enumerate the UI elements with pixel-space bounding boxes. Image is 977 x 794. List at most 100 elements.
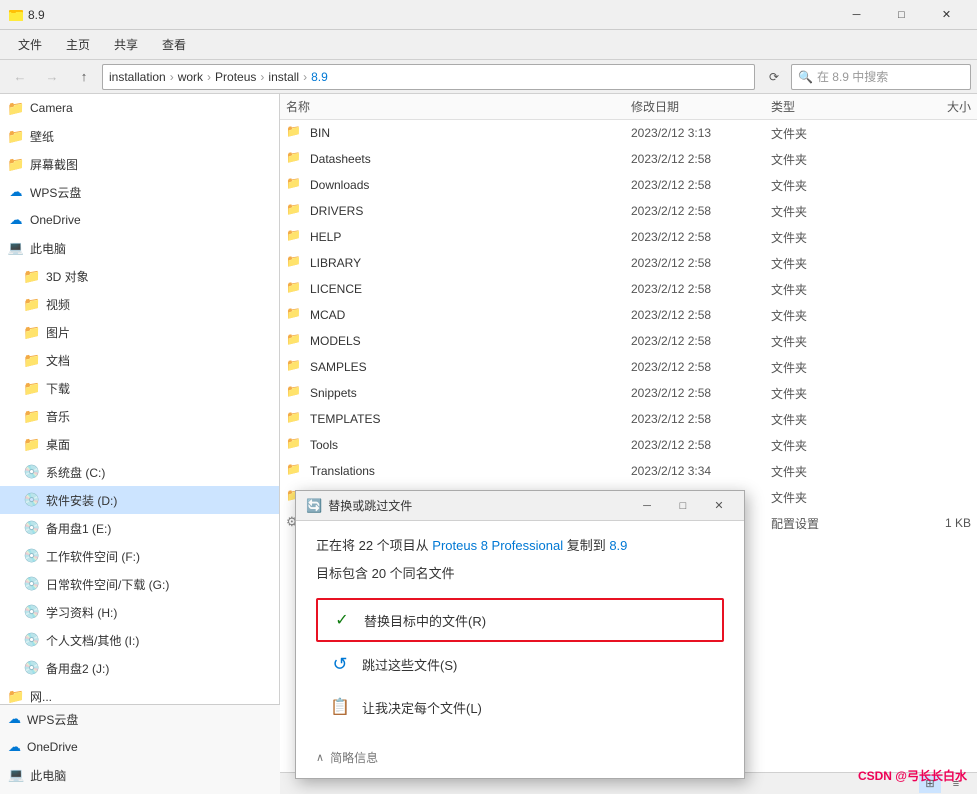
file-date: 2023/2/12 2:58 [631, 438, 771, 452]
sidebar-label: Camera [30, 101, 73, 115]
sidebar-item-drive-g[interactable]: 💿 日常软件空间/下载 (G:) [0, 570, 279, 598]
folder-icon: 📁 [286, 280, 304, 298]
title-bar-icons: 8.9 [8, 7, 45, 23]
sidebar-label: 音乐 [46, 408, 70, 425]
table-row[interactable]: 📁Tools2023/2/12 2:58文件夹 [280, 432, 977, 458]
sidebar-item-pictures[interactable]: 📁 图片 [0, 318, 279, 346]
dialog-option-replace[interactable]: ✓ 替换目标中的文件(R) [316, 598, 724, 642]
app-icon [8, 7, 24, 23]
table-row[interactable]: 📁HELP2023/2/12 2:58文件夹 [280, 224, 977, 250]
sidebar-item-downloads[interactable]: 📁 下载 [0, 374, 279, 402]
menu-view[interactable]: 查看 [152, 32, 196, 57]
sidebar-item-drive-i[interactable]: 💿 个人文档/其他 (I:) [0, 626, 279, 654]
menu-share[interactable]: 共享 [104, 32, 148, 57]
sidebar-label: 屏幕截图 [30, 156, 78, 173]
sidebar-item-documents[interactable]: 📁 文档 [0, 346, 279, 374]
file-list-header: 名称 修改日期 类型 大小 [280, 94, 977, 120]
table-row[interactable]: 📁MODELS2023/2/12 2:58文件夹 [280, 328, 977, 354]
back-button[interactable]: ← [6, 63, 34, 91]
sidebar-item-thispc[interactable]: 💻 此电脑 [0, 234, 279, 262]
file-type: 文件夹 [771, 255, 891, 272]
sidebar-item-drive-d[interactable]: 💿 软件安装 (D:) [0, 486, 279, 514]
file-type: 文件夹 [771, 203, 891, 220]
dialog-message2: 目标包含 20 个同名文件 [316, 563, 724, 582]
file-name: Snippets [310, 386, 631, 400]
col-header-type[interactable]: 类型 [771, 98, 891, 115]
table-row[interactable]: 📁MCAD2023/2/12 2:58文件夹 [280, 302, 977, 328]
sidebar-item-music[interactable]: 📁 音乐 [0, 402, 279, 430]
crumb-5: 8.9 [311, 70, 328, 84]
table-row[interactable]: 📁SAMPLES2023/2/12 2:58文件夹 [280, 354, 977, 380]
sidebar-item-camera[interactable]: 📁 Camera [0, 94, 279, 122]
chevron-down-icon: ∧ [316, 751, 324, 764]
col-header-name[interactable]: 名称 [286, 98, 631, 115]
file-date: 2023/2/12 2:58 [631, 308, 771, 322]
folder-icon: 📁 [24, 408, 40, 424]
folder-icon: 📁 [286, 436, 304, 454]
col-header-date[interactable]: 修改日期 [631, 98, 771, 115]
file-date: 2023/2/12 2:58 [631, 152, 771, 166]
search-placeholder: 在 8.9 中搜索 [817, 68, 888, 85]
minimize-button[interactable]: ─ [834, 0, 879, 30]
col-header-size[interactable]: 大小 [891, 98, 971, 115]
sidebar-item-desktop[interactable]: 📁 桌面 [0, 430, 279, 458]
file-name: DRIVERS [310, 204, 631, 218]
table-row[interactable]: 📁LICENCE2023/2/12 2:58文件夹 [280, 276, 977, 302]
search-box[interactable]: 🔍 在 8.9 中搜索 [791, 64, 971, 90]
sidebar-label: 日常软件空间/下载 (G:) [46, 576, 169, 593]
sidebar-label: 系统盘 (C:) [46, 464, 105, 481]
file-date: 2023/2/12 2:58 [631, 230, 771, 244]
bg-sidebar-wps: ☁ WPS云盘 [0, 705, 280, 733]
sidebar-item-drive-j[interactable]: 💿 备用盘2 (J:) [0, 654, 279, 682]
table-row[interactable]: 📁Snippets2023/2/12 2:58文件夹 [280, 380, 977, 406]
file-name: TEMPLATES [310, 412, 631, 426]
option-label-replace: 替换目标中的文件(R) [364, 611, 486, 630]
dialog-minimize[interactable]: ─ [632, 493, 662, 519]
drive-icon: 💿 [24, 660, 40, 676]
sidebar-item-3dobjects[interactable]: 📁 3D 对象 [0, 262, 279, 290]
sidebar-item-wps-cloud[interactable]: ☁ WPS云盘 [0, 178, 279, 206]
sidebar-item-drive-f[interactable]: 💿 工作软件空间 (F:) [0, 542, 279, 570]
sidebar-item-drive-h[interactable]: 💿 学习资料 (H:) [0, 598, 279, 626]
table-row[interactable]: 📁Translations2023/2/12 3:34文件夹 [280, 458, 977, 484]
close-button[interactable]: ✕ [924, 0, 969, 30]
dialog-maximize[interactable]: □ [668, 493, 698, 519]
table-row[interactable]: 📁BIN2023/2/12 3:13文件夹 [280, 120, 977, 146]
menu-home[interactable]: 主页 [56, 32, 100, 57]
table-row[interactable]: 📁LIBRARY2023/2/12 2:58文件夹 [280, 250, 977, 276]
table-row[interactable]: 📁TEMPLATES2023/2/12 2:58文件夹 [280, 406, 977, 432]
folder-icon: 📁 [24, 352, 40, 368]
dialog-icon: 🔄 [306, 498, 322, 514]
sidebar-item-wallpaper[interactable]: 📁 壁纸 [0, 122, 279, 150]
drive-icon: 💿 [24, 464, 40, 480]
sidebar-label: 备用盘2 (J:) [46, 660, 109, 677]
address-bar[interactable]: installation › work › Proteus › install … [102, 64, 755, 90]
footer-info-toggle[interactable]: ∧ 简略信息 [316, 749, 724, 766]
table-row[interactable]: 📁DRIVERS2023/2/12 2:58文件夹 [280, 198, 977, 224]
sidebar-label: 下载 [46, 380, 70, 397]
table-row[interactable]: 📁Datasheets2023/2/12 2:58文件夹 [280, 146, 977, 172]
menu-file[interactable]: 文件 [8, 32, 52, 57]
file-date: 2023/2/12 2:58 [631, 178, 771, 192]
msg-dest: 8.9 [609, 538, 627, 553]
replace-dialog[interactable]: 🔄 替换或跳过文件 ─ □ ✕ 正在将 22 个项目从 Proteus 8 Pr… [295, 490, 745, 779]
sidebar-item-onedrive[interactable]: ☁ OneDrive [0, 206, 279, 234]
sidebar-item-video[interactable]: 📁 视频 [0, 290, 279, 318]
dialog-option-skip[interactable]: ↺ 跳过这些文件(S) [316, 644, 724, 685]
dialog-option-decide[interactable]: 📋 让我决定每个文件(L) [316, 687, 724, 727]
sidebar-item-drive-e[interactable]: 💿 备用盘1 (E:) [0, 514, 279, 542]
bg-second-window: ☁ WPS云盘 ☁ OneDrive 💻 此电脑 📁 3D 对象 [0, 704, 280, 794]
maximize-button[interactable]: □ [879, 0, 924, 30]
forward-button[interactable]: → [38, 63, 66, 91]
dialog-footer: ∧ 简略信息 [296, 741, 744, 778]
file-name: Tools [310, 438, 631, 452]
refresh-button[interactable]: ⟳ [761, 64, 787, 90]
table-row[interactable]: 📁Downloads2023/2/12 2:58文件夹 [280, 172, 977, 198]
msg-source: Proteus 8 Professional [432, 538, 563, 553]
sidebar-item-drive-c[interactable]: 💿 系统盘 (C:) [0, 458, 279, 486]
dialog-close[interactable]: ✕ [704, 493, 734, 519]
sidebar-label: 3D 对象 [46, 268, 89, 285]
file-date: 2023/2/12 2:58 [631, 282, 771, 296]
sidebar-item-screenshot[interactable]: 📁 屏幕截图 [0, 150, 279, 178]
up-button[interactable]: ↑ [70, 63, 98, 91]
